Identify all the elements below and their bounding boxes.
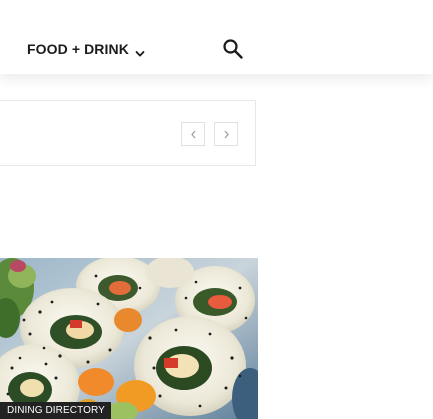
search-icon bbox=[223, 39, 243, 59]
chevron-down-icon bbox=[135, 45, 145, 57]
slider-controls-box bbox=[0, 100, 256, 166]
search-button[interactable] bbox=[222, 38, 244, 60]
top-navigation-bar: FOOD + DRINK bbox=[0, 0, 433, 74]
category-tag[interactable]: DINING DIRECTORY bbox=[0, 402, 111, 419]
chevron-left-icon bbox=[190, 130, 195, 138]
slider-next-button[interactable] bbox=[214, 122, 238, 146]
featured-article-card[interactable]: DINING DIRECTORY bbox=[0, 258, 258, 419]
nav-item-label: FOOD + DRINK bbox=[27, 41, 129, 57]
slider-prev-button[interactable] bbox=[181, 122, 205, 146]
nav-item-food-drink[interactable]: FOOD + DRINK bbox=[27, 38, 145, 60]
page: FOOD + DRINK DINING DIRECTORY bbox=[0, 0, 433, 419]
sushi-photo bbox=[0, 258, 258, 419]
chevron-right-icon bbox=[224, 130, 229, 138]
